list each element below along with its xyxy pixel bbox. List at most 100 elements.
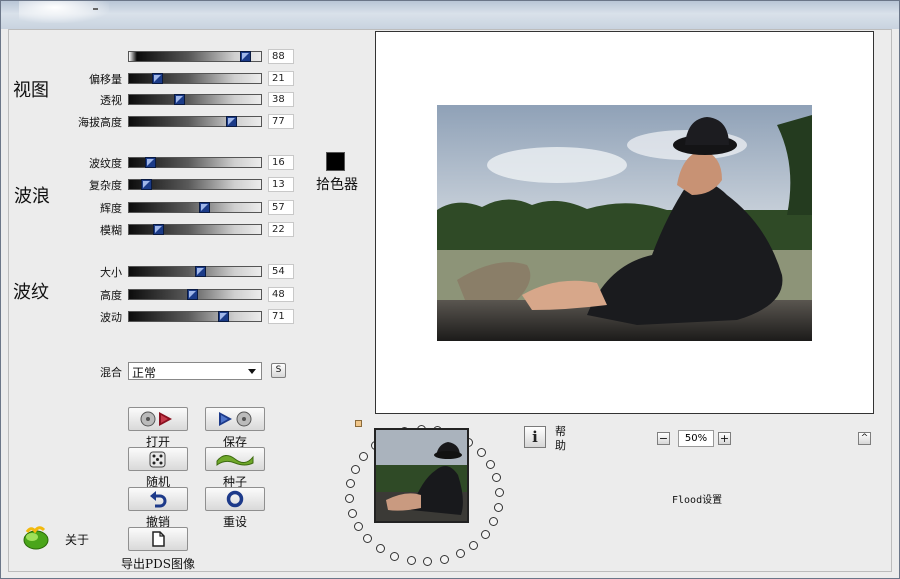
slider-value[interactable]: 71 [268,309,294,324]
slider-label: 波纹度 [89,157,122,170]
dice-icon [149,451,166,468]
about-logo[interactable] [22,524,50,556]
slider-track[interactable] [128,116,262,127]
help-label: 帮助 [555,425,566,452]
help-button[interactable]: i [524,426,546,448]
flood-settings-text: Flood设置 [672,495,723,506]
seed-dot[interactable] [488,516,498,526]
blend-mode-select[interactable]: 正常 [128,362,262,380]
slider-track[interactable] [128,73,262,84]
frog-logo-icon [23,526,49,550]
undo-button[interactable] [128,487,188,511]
slider-track[interactable] [128,51,262,62]
slider-label: 模糊 [100,224,122,237]
blend-s-button[interactable]: S [271,363,286,378]
slider-thumb[interactable] [195,266,207,277]
seed-dot[interactable] [347,508,357,518]
color-swatch[interactable] [326,152,345,171]
slider-track[interactable] [128,311,262,322]
seed-dot[interactable] [439,554,449,564]
slider-value[interactable]: 54 [268,264,294,279]
seed-dot[interactable] [494,488,504,498]
slider-label: 海拔高度 [78,116,122,129]
thumbnail-preview[interactable] [374,428,469,523]
slider-value[interactable]: 13 [268,177,294,192]
title-bar-glow [19,1,109,23]
ripple-group-title: 波纹 [13,282,49,303]
slider-value[interactable]: 38 [268,92,294,107]
seed-dot[interactable] [351,465,361,475]
slider-value[interactable]: 88 [268,49,294,64]
slider-track[interactable] [128,157,262,168]
slider-value[interactable]: 16 [268,155,294,170]
slider-track[interactable] [128,289,262,300]
zoom-out-button[interactable]: − [657,432,670,445]
save-button[interactable] [205,407,265,431]
blend-mode-value: 正常 [132,366,157,380]
slider-track[interactable] [128,202,262,213]
blend-label: 混合 [100,366,122,379]
info-icon: i [532,428,538,446]
slider-value[interactable]: 21 [268,71,294,86]
open-icon [140,411,172,427]
ring-handle[interactable] [355,420,362,427]
slider-label: 波动 [100,311,122,324]
slider-track[interactable] [128,266,262,277]
slider-track[interactable] [128,94,262,105]
slider-value[interactable]: 48 [268,287,294,302]
reset-icon [226,490,244,508]
slider-thumb[interactable] [199,202,211,213]
slider-label: 偏移量 [89,73,122,86]
slider-track[interactable] [128,224,262,235]
seed-dot[interactable] [486,459,496,469]
seed-dot[interactable] [493,502,503,512]
slider-value[interactable]: 77 [268,114,294,129]
save-icon [219,411,252,427]
about-label: 关于 [65,533,90,547]
reset-button[interactable] [205,487,265,511]
slider-label: 辉度 [100,202,122,215]
slider-label: 透视 [100,94,122,107]
wave-group-title: 波浪 [14,186,50,207]
color-picker-label: 拾色器 [316,177,358,193]
seed-dot[interactable] [469,540,479,550]
slider-thumb[interactable] [145,157,157,168]
open-button[interactable] [128,407,188,431]
thumbnail-image [376,430,467,521]
slider-thumb[interactable] [151,73,163,84]
slider-thumb[interactable] [141,179,153,190]
wave-icon [216,455,254,466]
view-group-title: 视图 [13,80,49,101]
preview-image [437,105,812,341]
collapse-button[interactable]: ^ [858,432,871,445]
slider-label: 高度 [100,289,122,302]
export-label: 导出PDS图像 [121,557,195,571]
slider-thumb[interactable] [187,289,199,300]
slider-value[interactable]: 22 [268,222,294,237]
seed-dot[interactable] [345,493,355,503]
slider-label: 大小 [100,266,122,279]
seed-dot[interactable] [455,549,465,559]
seed-dot[interactable] [480,529,490,539]
slider-value[interactable]: 57 [268,200,294,215]
slider-thumb[interactable] [153,224,165,235]
slider-thumb[interactable] [225,116,237,127]
reset-label: 重设 [222,515,247,529]
export-button[interactable] [128,527,188,551]
zoom-level[interactable]: 50% [678,430,714,447]
title-bar-tick [93,8,98,10]
slider-track[interactable] [128,179,262,190]
dropdown-arrow-icon [248,369,256,374]
undo-icon [150,491,167,508]
seed-dot[interactable] [476,447,486,457]
seed-dot[interactable] [406,555,416,565]
zoom-in-button[interactable]: + [718,432,731,445]
random-button[interactable] [128,447,188,471]
seed-button[interactable] [205,447,265,471]
slider-thumb[interactable] [217,311,229,322]
woman-photo-image [437,105,812,341]
slider-label: 复杂度 [89,179,122,192]
document-icon [152,531,165,547]
slider-thumb[interactable] [174,94,186,105]
slider-thumb[interactable] [240,51,252,62]
